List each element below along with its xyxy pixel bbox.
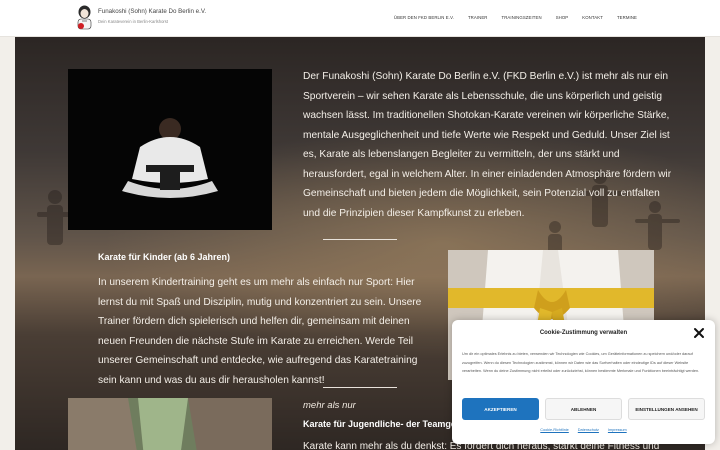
cookie-links: Cookie-Richtlinie Datenschutz Impressum bbox=[452, 428, 715, 432]
karate-logo-icon[interactable] bbox=[76, 5, 93, 31]
privacy-link[interactable]: Datenschutz bbox=[578, 428, 599, 432]
close-icon[interactable] bbox=[693, 327, 705, 339]
view-preferences-button[interactable]: Einstellungen ansehen bbox=[628, 398, 705, 420]
cookie-title: Cookie-Zustimmung verwalten bbox=[539, 330, 628, 336]
accept-button[interactable]: Akzeptieren bbox=[462, 398, 539, 420]
cookie-policy-link[interactable]: Cookie-Richtlinie bbox=[540, 428, 569, 432]
nav-item-contact[interactable]: Kontakt bbox=[582, 15, 603, 20]
nav-item-trainer[interactable]: Trainer bbox=[468, 15, 488, 20]
nav-item-shop[interactable]: Shop bbox=[556, 15, 569, 20]
kneeling-karateka-image bbox=[68, 69, 272, 230]
kids-heading: Karate für Kinder (ab 6 Jahren) bbox=[98, 252, 231, 262]
cookie-consent-dialog: Cookie-Zustimmung verwalten Um dir ein o… bbox=[452, 320, 715, 444]
rock-landscape-image bbox=[68, 398, 272, 450]
site-header: Funakoshi (Sohn) Karate Do Berlin e.V. D… bbox=[0, 0, 720, 37]
nav-item-training-times[interactable]: Trainingszeiten bbox=[502, 15, 542, 20]
cookie-description: Um dir ein optimales Erlebnis zu bieten,… bbox=[462, 352, 700, 374]
intro-text: Der Funakoshi (Sohn) Karate Do Berlin e.… bbox=[303, 71, 672, 219]
nav-item-about[interactable]: Über den FKD Berlin e.V. bbox=[394, 15, 454, 20]
kids-text: In unserem Kindertraining geht es um meh… bbox=[98, 277, 422, 386]
section-divider bbox=[323, 387, 397, 388]
main-nav: Über den FKD Berlin e.V. Trainer Trainin… bbox=[394, 15, 637, 20]
deny-button[interactable]: Ablehnen bbox=[545, 398, 622, 420]
nav-item-dates[interactable]: Termine bbox=[617, 15, 637, 20]
section-divider bbox=[323, 239, 397, 240]
site-tagline: Dein Karateverein in Berlin-Karlshorst bbox=[98, 19, 169, 24]
imprint-link[interactable]: Impressum bbox=[608, 428, 627, 432]
site-title[interactable]: Funakoshi (Sohn) Karate Do Berlin e.V. bbox=[98, 8, 206, 15]
more-than-label: mehr als nur bbox=[303, 400, 356, 411]
